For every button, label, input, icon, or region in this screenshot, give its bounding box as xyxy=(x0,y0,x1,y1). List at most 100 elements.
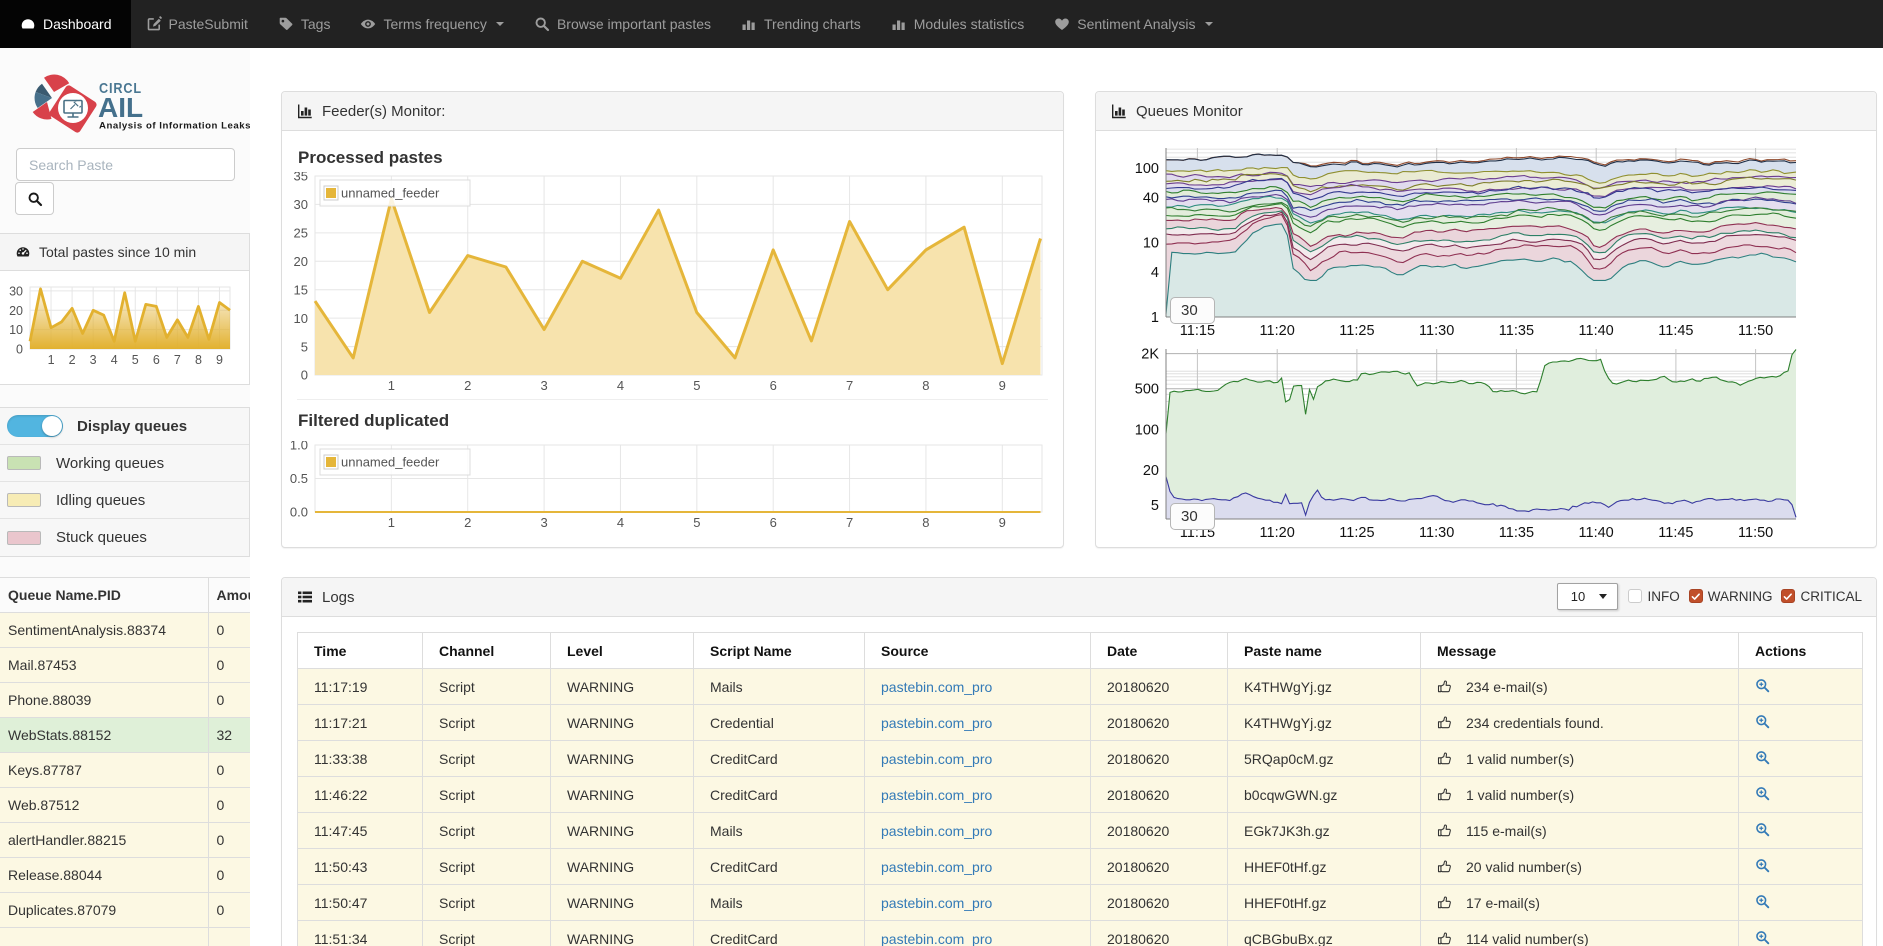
checkbox-critical[interactable] xyxy=(1781,589,1795,603)
svg-text:11:45: 11:45 xyxy=(1658,323,1693,339)
log-date: 20180620 xyxy=(1091,885,1228,921)
queue-row: Phone.880390 xyxy=(0,683,250,718)
log-date: 20180620 xyxy=(1091,921,1228,946)
svg-text:11:25: 11:25 xyxy=(1339,525,1374,541)
svg-text:11:45: 11:45 xyxy=(1658,525,1693,541)
log-channel: Script xyxy=(423,777,551,813)
svg-text:15: 15 xyxy=(294,282,308,297)
svg-text:4: 4 xyxy=(1151,265,1159,281)
log-channel: Script xyxy=(423,813,551,849)
log-source-link[interactable]: pastebin.com_pro xyxy=(881,679,992,695)
search-icon xyxy=(27,191,43,207)
search-button[interactable] xyxy=(15,182,54,215)
log-level: WARNING xyxy=(551,669,694,705)
log-source-link[interactable]: pastebin.com_pro xyxy=(881,751,992,767)
nav-item-modules-statistics[interactable]: Modules statistics xyxy=(876,0,1039,48)
log-time: 11:17:21 xyxy=(298,705,423,741)
search-plus-icon[interactable] xyxy=(1755,786,1770,801)
nav-item-sentiment-analysis[interactable]: Sentiment Analysis xyxy=(1039,0,1227,48)
display-queues-toggle[interactable] xyxy=(7,415,63,437)
search-plus-icon[interactable] xyxy=(1755,714,1770,729)
svg-text:5: 5 xyxy=(132,353,139,367)
svg-text:2: 2 xyxy=(464,378,471,393)
log-level: WARNING xyxy=(551,777,694,813)
log-source-link[interactable]: pastebin.com_pro xyxy=(881,895,992,911)
logs-col-source: Source xyxy=(865,633,1091,669)
legend-row: Working queues xyxy=(0,445,249,482)
queue-name: alertHandler.88215 xyxy=(0,823,208,858)
caret-down-icon xyxy=(496,22,504,26)
queue-table: Queue Name.PIDAmountSentimentAnalysis.88… xyxy=(0,577,250,946)
svg-text:0: 0 xyxy=(301,368,308,383)
filter-label: WARNING xyxy=(1708,589,1773,604)
nav-item-label: Trending charts xyxy=(764,16,861,32)
nav-item-dashboard[interactable]: Dashboard xyxy=(0,0,131,48)
svg-text:20: 20 xyxy=(9,304,23,318)
roller-input-top[interactable]: 30 xyxy=(1170,297,1215,324)
nav-item-tags[interactable]: Tags xyxy=(263,0,346,48)
list-icon xyxy=(297,589,313,605)
svg-text:11:35: 11:35 xyxy=(1499,323,1534,339)
queue-amount: 0 xyxy=(208,753,250,788)
nav-item-terms-frequency[interactable]: Terms frequency xyxy=(345,0,518,48)
roller-input-bottom[interactable]: 30 xyxy=(1170,503,1215,530)
processed-pastes: 12345678905101520253035unnamed_feeder xyxy=(285,172,1048,393)
svg-text:6: 6 xyxy=(153,353,160,367)
nav-item-pastesubmit[interactable]: PasteSubmit xyxy=(131,0,263,48)
search-plus-icon[interactable] xyxy=(1755,750,1770,765)
thumbs-up-icon xyxy=(1437,859,1452,874)
log-source-link[interactable]: pastebin.com_pro xyxy=(881,859,992,875)
svg-text:8: 8 xyxy=(195,353,202,367)
thumbs-up-icon xyxy=(1437,679,1452,694)
svg-text:5: 5 xyxy=(693,378,700,393)
search-input[interactable] xyxy=(16,148,235,181)
log-time: 11:47:45 xyxy=(298,813,423,849)
edit-square-icon xyxy=(146,16,162,32)
log-source-link[interactable]: pastebin.com_pro xyxy=(881,787,992,803)
nav-item-browse-important-pastes[interactable]: Browse important pastes xyxy=(519,0,726,48)
sidebar-sparkline: 1234567890102030 xyxy=(6,284,239,372)
checkbox-info[interactable] xyxy=(1628,589,1642,603)
logo-wrap[interactable]: CIRCL AIL Analysis of Information Leaks xyxy=(0,48,250,148)
svg-text:9: 9 xyxy=(999,515,1006,530)
filtered-duplicated-chart: 1234567890.00.51.0unnamed_feeder xyxy=(285,441,1050,532)
queues-top: 11:1511:2011:2511:3011:3511:4011:4511:50… xyxy=(1109,146,1876,342)
search-plus-icon[interactable] xyxy=(1755,678,1770,693)
queue-name: WebStats.88152 xyxy=(0,718,208,753)
svg-text:11:35: 11:35 xyxy=(1499,525,1534,541)
nav-item-label: Sentiment Analysis xyxy=(1077,16,1195,32)
nav-item-trending-charts[interactable]: Trending charts xyxy=(726,0,876,48)
feeder-monitor-panel: Feeder(s) Monitor: Processed pastes 1234… xyxy=(281,91,1064,548)
queue-amount: 0 xyxy=(208,823,250,858)
svg-text:AIL: AIL xyxy=(98,92,143,123)
tachometer-icon xyxy=(20,16,36,32)
logs-controls: 10 INFOWARNINGCRITICAL xyxy=(1557,578,1862,614)
page-size-select[interactable]: 10 xyxy=(1557,583,1618,610)
main-content: Feeder(s) Monitor: Processed pastes 1234… xyxy=(250,48,1883,946)
log-paste-name: HHEF0tHf.gz xyxy=(1228,849,1421,885)
search-icon xyxy=(534,16,550,32)
search-plus-icon[interactable] xyxy=(1755,930,1770,945)
thumbs-up-icon xyxy=(1437,715,1452,730)
checkbox-warning[interactable] xyxy=(1689,589,1703,603)
search-plus-icon[interactable] xyxy=(1755,858,1770,873)
queue-name: Release.88044 xyxy=(0,858,208,893)
log-source-link[interactable]: pastebin.com_pro xyxy=(881,715,992,731)
log-paste-name: K4THWgYj.gz xyxy=(1228,669,1421,705)
log-paste-name: K4THWgYj.gz xyxy=(1228,705,1421,741)
svg-text:2K: 2K xyxy=(1141,347,1159,363)
queues-bottom: 11:1511:2011:2511:3011:3511:4011:4511:50… xyxy=(1109,347,1876,545)
log-source-link[interactable]: pastebin.com_pro xyxy=(881,931,992,946)
thumbs-up-icon xyxy=(1437,751,1452,766)
search-plus-icon[interactable] xyxy=(1755,822,1770,837)
queue-row: WebStats.8815232 xyxy=(0,718,250,753)
log-date: 20180620 xyxy=(1091,705,1228,741)
filter-critical: CRITICAL xyxy=(1781,589,1862,604)
queue-row: Release.880440 xyxy=(0,858,250,893)
svg-text:11:25: 11:25 xyxy=(1339,323,1374,339)
svg-text:11:30: 11:30 xyxy=(1419,323,1454,339)
search-plus-icon[interactable] xyxy=(1755,894,1770,909)
svg-text:8: 8 xyxy=(922,515,929,530)
log-source-link[interactable]: pastebin.com_pro xyxy=(881,823,992,839)
log-script: Mails xyxy=(694,885,865,921)
